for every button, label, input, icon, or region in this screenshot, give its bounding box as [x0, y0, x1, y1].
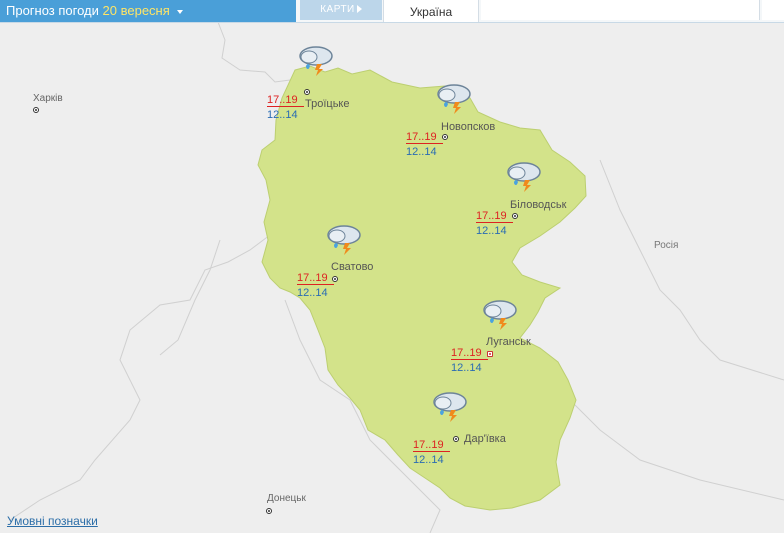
storm-rain-icon[interactable]: [324, 223, 364, 255]
storm-rain-icon[interactable]: [504, 160, 544, 192]
city-name: Сватово: [331, 261, 374, 273]
tab-empty-end: [762, 0, 784, 20]
city-label-kharkiv: Харків: [33, 93, 63, 104]
temp-max: 17..19: [267, 94, 304, 107]
caret-down-icon: [177, 9, 184, 14]
storm-rain-icon[interactable]: [480, 298, 520, 330]
city-marker-kharkiv[interactable]: [33, 107, 39, 113]
triangle-right-icon: [356, 5, 362, 14]
temp-min: 12..14: [297, 287, 328, 299]
city-name: Новопсков: [441, 121, 496, 133]
city-marker-donetsk[interactable]: [266, 508, 272, 514]
city-name: Дар'ївка: [464, 433, 506, 445]
tab-empty: [481, 0, 760, 20]
temp-max: 17..19: [406, 131, 443, 144]
country-label-russia: Росія: [654, 240, 679, 251]
city-marker[interactable]: [304, 89, 310, 95]
tab-country[interactable]: Україна: [383, 0, 479, 22]
temp-min: 12..14: [413, 454, 444, 466]
temp-max: 17..19: [413, 439, 450, 452]
city-marker[interactable]: [442, 134, 448, 140]
city-marker[interactable]: [512, 213, 518, 219]
map-background: [0, 0, 784, 533]
city-name: Луганськ: [486, 336, 531, 348]
storm-rain-icon[interactable]: [296, 44, 336, 76]
forecast-title: Прогноз погоди: [6, 3, 99, 18]
temp-min: 12..14: [406, 146, 437, 158]
city-name: Біловодськ: [510, 199, 567, 211]
forecast-date-selector[interactable]: Прогноз погоди 20 вересня: [0, 0, 296, 22]
tab-maps[interactable]: КАРТИ: [300, 0, 382, 20]
legend-link[interactable]: Умовні позначки: [7, 514, 98, 528]
temp-min: 12..14: [451, 362, 482, 374]
temp-min: 12..14: [476, 225, 507, 237]
temp-max: 17..19: [476, 210, 513, 223]
temp-min: 12..14: [267, 109, 298, 121]
city-marker[interactable]: [453, 436, 459, 442]
city-label-donetsk: Донецьк: [267, 493, 306, 504]
city-name: Троїцьке: [305, 98, 350, 110]
temp-max: 17..19: [451, 347, 488, 360]
storm-rain-icon[interactable]: [434, 82, 474, 114]
temp-max: 17..19: [297, 272, 334, 285]
city-marker-capital[interactable]: [487, 351, 493, 357]
forecast-date: 20 вересня: [102, 3, 170, 18]
tab-maps-label: КАРТИ: [320, 4, 355, 15]
storm-rain-icon[interactable]: [430, 390, 470, 422]
